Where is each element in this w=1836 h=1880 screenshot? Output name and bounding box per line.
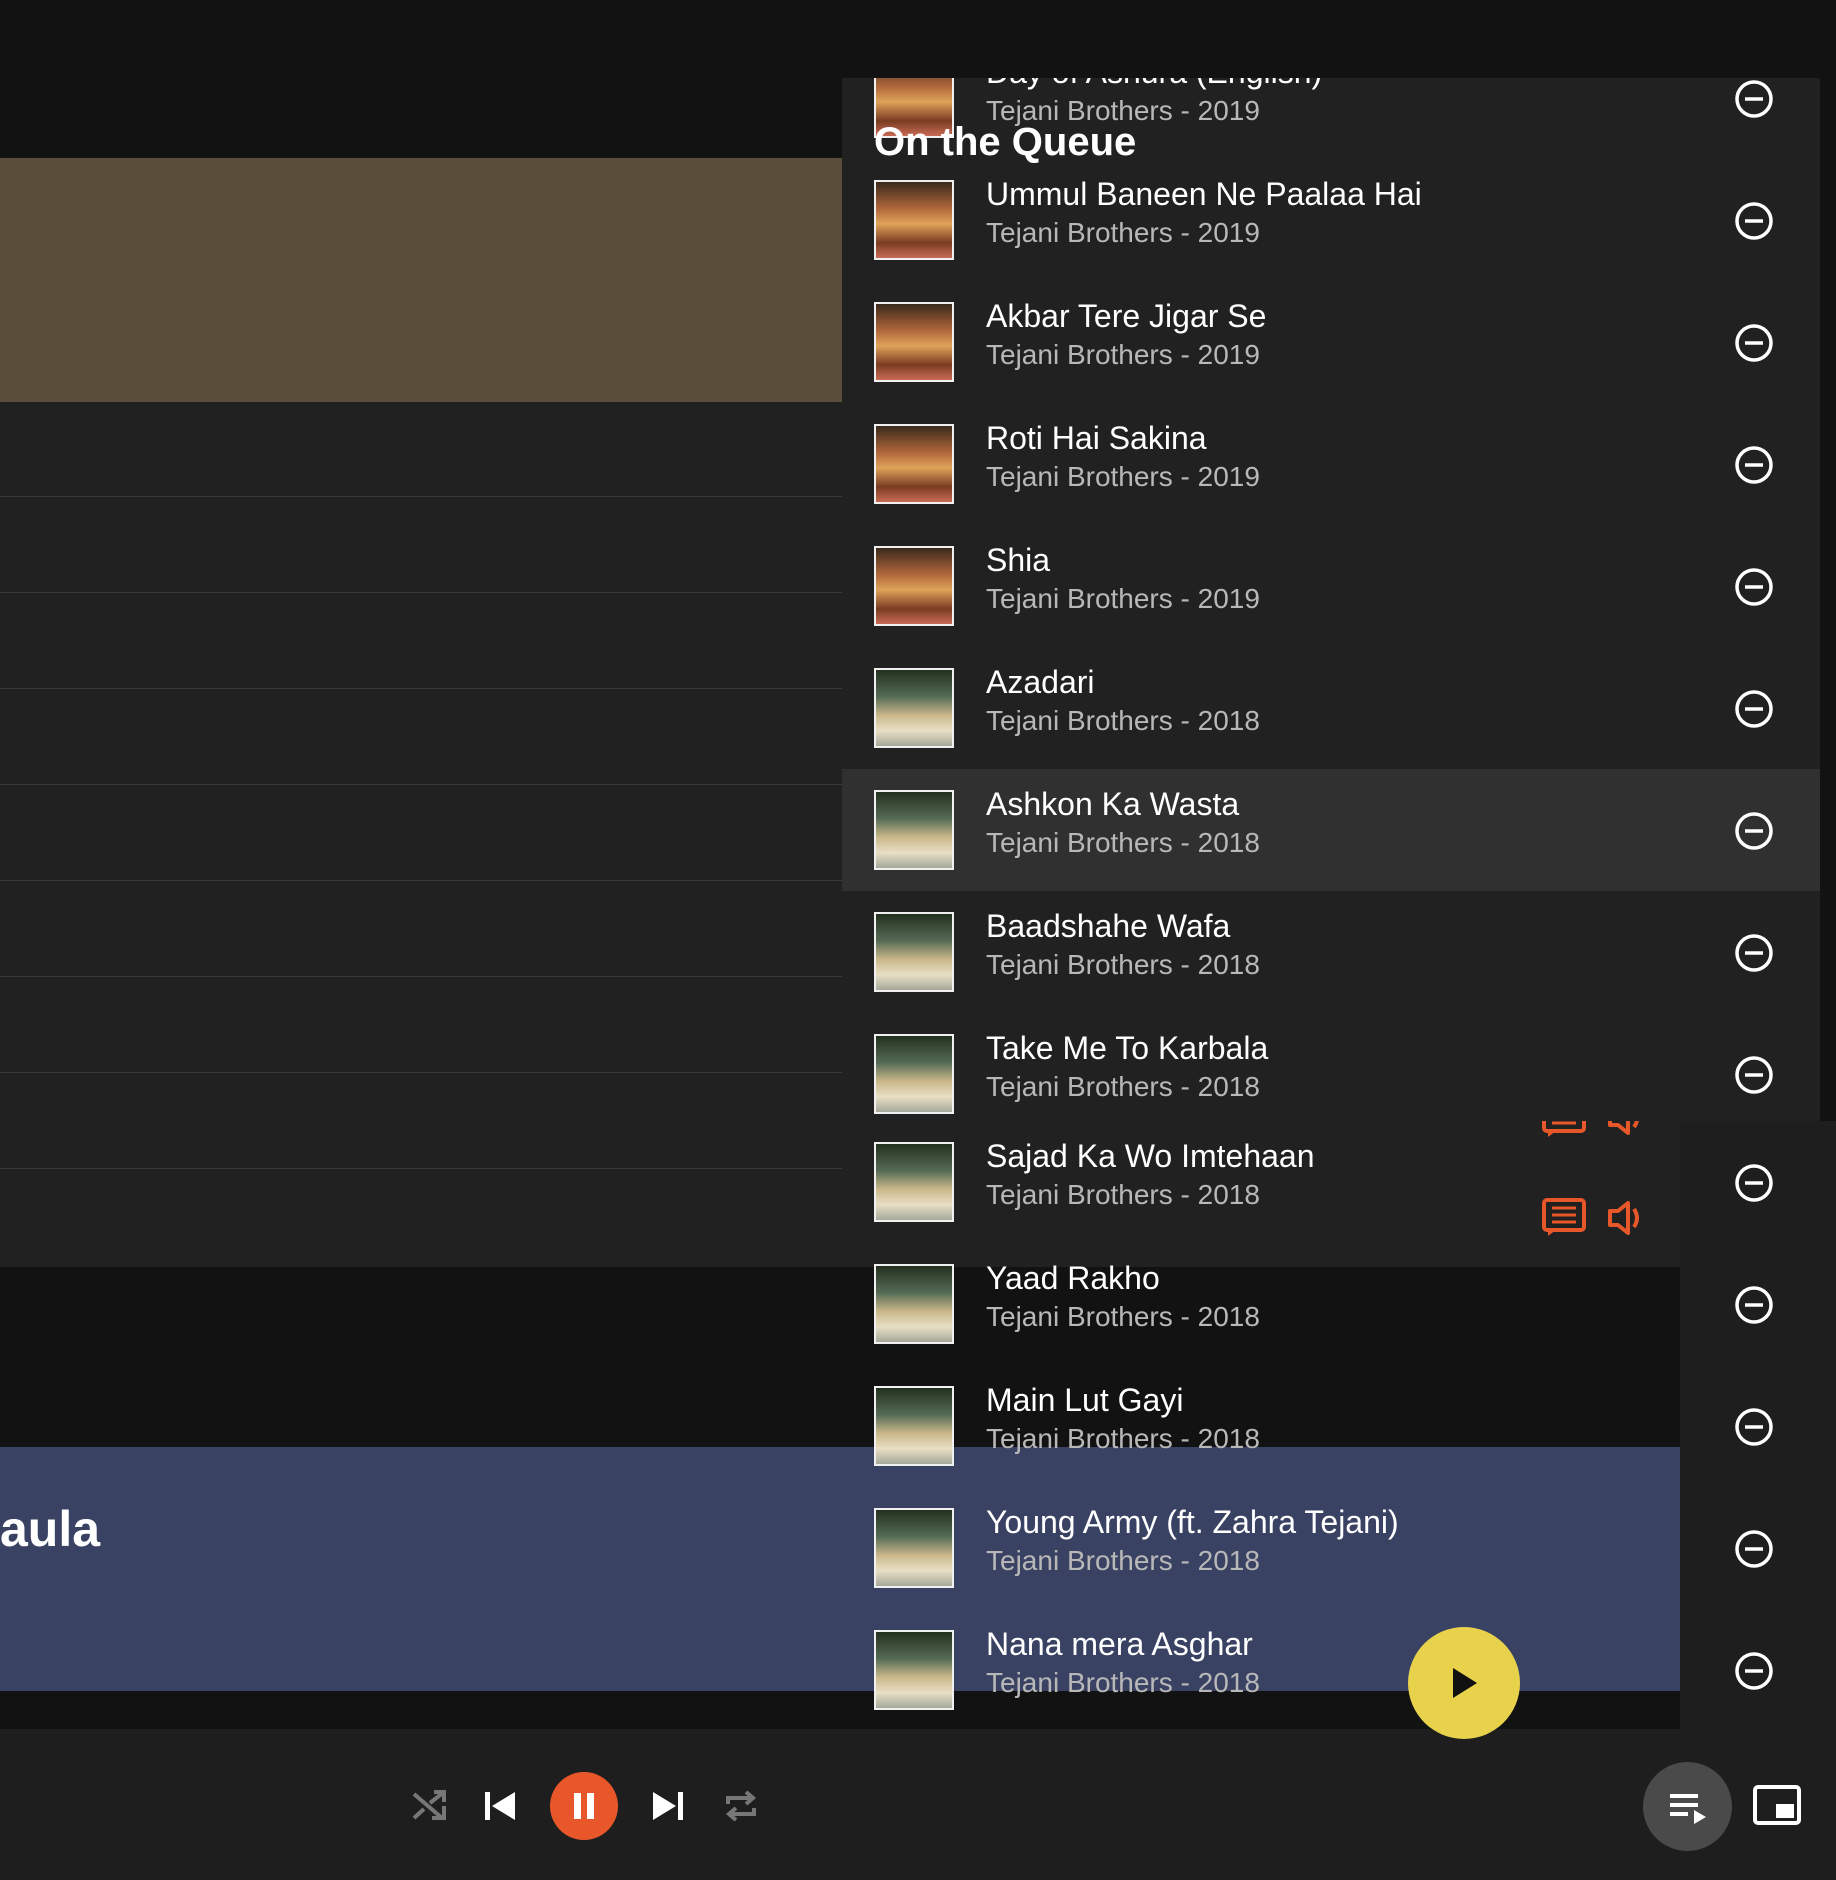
album-art [874, 1264, 954, 1344]
queue-item[interactable]: Nana mera Asghar Tejani Brothers - 2018 [842, 1609, 1836, 1729]
track-title: Young Army (ft. Zahra Tejani) [986, 1504, 1399, 1540]
queue-item[interactable]: Main Lut Gayi Tejani Brothers - 2018 [842, 1365, 1836, 1487]
remove-circle-icon[interactable] [1734, 1163, 1774, 1203]
remove-circle-icon[interactable] [1734, 201, 1774, 241]
track-title: Ummul Baneen Ne Paalaa Hai [986, 176, 1422, 212]
queue-item[interactable]: Roti Hai Sakina Tejani Brothers - 2019 [842, 403, 1820, 525]
skip-next-icon[interactable] [651, 1790, 685, 1822]
now-playing-title: aula [0, 1501, 101, 1557]
picture-in-picture-icon[interactable] [1752, 1784, 1802, 1826]
track-subtitle: Tejani Brothers - 2018 [986, 1179, 1260, 1210]
track-subtitle: Tejani Brothers - 2018 [986, 1667, 1260, 1698]
album-art [874, 1508, 954, 1588]
row-divider [0, 592, 842, 593]
album-art [874, 1386, 954, 1466]
repeat-icon[interactable] [722, 1788, 760, 1824]
row-divider [0, 1168, 842, 1169]
remove-circle-icon[interactable] [1734, 1055, 1774, 1095]
queue-music-icon [1669, 1793, 1706, 1824]
remove-circle-icon[interactable] [1734, 1285, 1774, 1325]
row-divider [0, 496, 842, 497]
queue-item[interactable]: Take Me To Karbala Tejani Brothers - 201… [842, 1013, 1820, 1121]
queue-toggle-button[interactable] [1643, 1762, 1732, 1851]
row-divider [0, 880, 842, 881]
shuffle-icon[interactable] [410, 1788, 448, 1824]
queue-heading: On the Queue [874, 120, 1137, 164]
skip-previous-icon[interactable] [483, 1790, 517, 1822]
remove-circle-icon[interactable] [1734, 323, 1774, 363]
album-art [874, 1142, 954, 1222]
track-title: Take Me To Karbala [986, 1030, 1269, 1066]
album-art [874, 424, 954, 504]
album-art [874, 668, 954, 748]
track-title: Yaad Rakho [986, 1260, 1160, 1296]
track-subtitle: Tejani Brothers - 2019 [986, 217, 1260, 248]
track-subtitle: Tejani Brothers - 2019 [986, 339, 1260, 370]
queue-list-lower: Sajad Ka Wo Imtehaan Tejani Brothers - 2… [842, 1121, 1836, 1729]
remove-circle-icon[interactable] [1734, 79, 1774, 119]
track-subtitle: Tejani Brothers - 2018 [986, 705, 1260, 736]
queue-item[interactable]: Yaad Rakho Tejani Brothers - 2018 [842, 1243, 1836, 1365]
track-title: Sajad Ka Wo Imtehaan [986, 1138, 1315, 1174]
pause-button[interactable] [550, 1772, 618, 1840]
track-subtitle: Tejani Brothers - 2018 [986, 949, 1260, 980]
track-subtitle: Tejani Brothers - 2018 [986, 1301, 1260, 1332]
track-title: Main Lut Gayi [986, 1382, 1184, 1418]
track-subtitle: Tejani Brothers - 2019 [986, 583, 1260, 614]
track-subtitle: Tejani Brothers - 2018 [986, 1071, 1260, 1102]
track-title: Nana mera Asghar [986, 1626, 1253, 1662]
track-title: Shia [986, 542, 1051, 578]
track-subtitle: Tejani Brothers - 2018 [986, 827, 1260, 858]
remove-circle-icon[interactable] [1734, 689, 1774, 729]
remove-circle-icon[interactable] [1734, 1651, 1774, 1691]
remove-circle-icon[interactable] [1734, 445, 1774, 485]
queue-item-hovered[interactable]: Ashkon Ka Wasta Tejani Brothers - 2018 [842, 769, 1820, 891]
track-subtitle: Tejani Brothers - 2019 [986, 461, 1260, 492]
play-fab[interactable] [1408, 1627, 1520, 1739]
queue-item[interactable]: Young Army (ft. Zahra Tejani) Tejani Bro… [842, 1487, 1836, 1609]
album-art [874, 790, 954, 870]
row-divider [0, 1072, 842, 1073]
album-art [874, 1630, 954, 1710]
remove-circle-icon[interactable] [1734, 811, 1774, 851]
album-art [874, 302, 954, 382]
queue-item[interactable]: Sajad Ka Wo Imtehaan Tejani Brothers - 2… [842, 1121, 1836, 1243]
track-title: Roti Hai Sakina [986, 420, 1207, 456]
album-art [874, 912, 954, 992]
row-divider [0, 688, 842, 689]
track-title: Azadari [986, 664, 1095, 700]
track-subtitle: Tejani Brothers - 2018 [986, 1423, 1260, 1454]
queue-item[interactable]: Akbar Tere Jigar Se Tejani Brothers - 20… [842, 281, 1820, 403]
track-title: Baadshahe Wafa [986, 908, 1231, 944]
play-icon [1453, 1668, 1477, 1698]
player-bar [0, 1729, 1836, 1880]
track-subtitle: Tejani Brothers - 2018 [986, 1545, 1260, 1576]
remove-circle-icon[interactable] [1734, 933, 1774, 973]
queue-item[interactable]: Ummul Baneen Ne Paalaa Hai Tejani Brothe… [842, 159, 1820, 281]
track-title: Day of Ashura (English) [986, 78, 1322, 91]
queue-item[interactable]: Shia Tejani Brothers - 2019 [842, 525, 1820, 647]
remove-circle-icon[interactable] [1734, 1407, 1774, 1447]
track-title: Ashkon Ka Wasta [986, 786, 1240, 822]
row-divider [0, 976, 842, 977]
queue-item[interactable]: Azadari Tejani Brothers - 2018 [842, 647, 1820, 769]
album-art [874, 1034, 954, 1114]
queue-item[interactable]: Baadshahe Wafa Tejani Brothers - 2018 [842, 891, 1820, 1013]
track-title: Akbar Tere Jigar Se [986, 298, 1267, 334]
pause-icon [574, 1793, 594, 1819]
album-art [874, 546, 954, 626]
remove-circle-icon[interactable] [1734, 1529, 1774, 1569]
row-divider [0, 784, 842, 785]
remove-circle-icon[interactable] [1734, 567, 1774, 607]
queue-panel: Day of Ashura (English) Tejani Brothers … [842, 78, 1820, 1121]
album-art [874, 180, 954, 260]
artist-header-banner [0, 158, 842, 402]
